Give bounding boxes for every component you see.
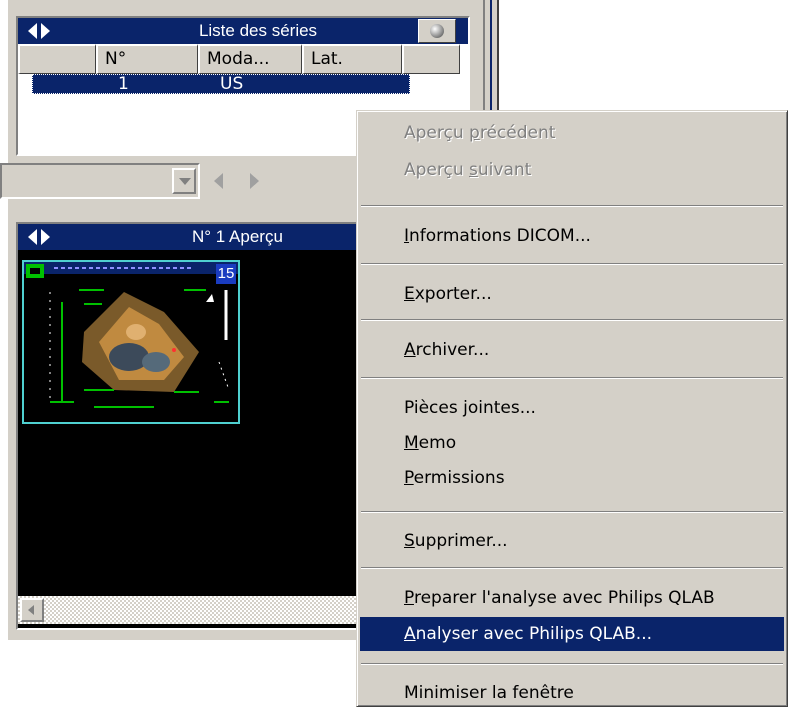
menu-item-accelerator: A (404, 624, 416, 644)
menu-item-text: Pièces jointes... (404, 398, 536, 418)
menu-item-text: ermissions (413, 468, 505, 488)
menu-item-dicom-info[interactable]: Informations DICOM... (360, 219, 784, 253)
series-options-button[interactable] (418, 19, 456, 43)
column-header-number[interactable]: N° (96, 44, 198, 74)
menu-item-memo[interactable]: Memo (360, 426, 784, 460)
menu-item-minimize[interactable]: Minimiser la fenêtre (360, 676, 784, 710)
preview-nav-arrows[interactable] (18, 229, 98, 245)
menu-item-text: upprimer... (414, 531, 508, 551)
menu-item-accelerator: S (404, 531, 415, 551)
chevron-down-icon (179, 178, 191, 185)
next-arrow-icon[interactable] (41, 23, 50, 39)
menu-separator (361, 663, 783, 665)
ultrasound-thumbnail[interactable]: 15 (22, 260, 240, 424)
preview-next-arrow-icon[interactable] (250, 173, 259, 189)
menu-item-accelerator: P (404, 468, 414, 488)
series-list-title: Liste des séries (198, 21, 318, 40)
menu-item-text: uivant (477, 160, 532, 180)
menu-separator (361, 319, 783, 321)
menu-item-text: nformations DICOM... (409, 226, 591, 246)
menu-item-text: emo (418, 433, 457, 453)
brush-icon (430, 24, 444, 38)
preview-previous-arrow-icon[interactable] (214, 173, 223, 189)
menu-separator (361, 567, 783, 569)
previous-arrow-icon[interactable] (28, 23, 37, 39)
series-combo[interactable] (0, 163, 200, 199)
menu-item-text: reparer l'analyse avec Philips QLAB (413, 588, 715, 608)
series-nav-arrows[interactable] (18, 23, 98, 39)
menu-item-prepare-qlab[interactable]: Preparer l'analyse avec Philips QLAB (360, 581, 784, 615)
series-list-titlebar: Liste des séries (18, 18, 468, 44)
menu-item-text: Minimiser la fenêtre (404, 683, 574, 703)
menu-item-text: rchiver... (415, 340, 490, 360)
table-row[interactable]: 1 US (32, 74, 410, 94)
preview-titlebar: N° 1 Aperçu (18, 224, 374, 250)
menu-item-previous-preview[interactable]: Aperçu précédent (360, 116, 784, 150)
menu-item-accelerator: p (469, 123, 480, 143)
menu-item-analyze-qlab[interactable]: Analyser avec Philips QLAB... (360, 617, 784, 651)
menu-separator (361, 377, 783, 379)
menu-item-delete[interactable]: Supprimer... (360, 524, 784, 558)
menu-item-text: Aperçu (404, 160, 470, 180)
menu-item-accelerator: M (404, 433, 419, 453)
menu-separator (361, 205, 783, 207)
scroll-left-icon (28, 605, 34, 615)
menu-item-accelerator: P (404, 588, 414, 608)
series-grid-header: N° Moda... Lat. (18, 44, 468, 74)
next-arrow-icon[interactable] (41, 229, 50, 245)
menu-separator (361, 511, 783, 513)
menu-item-accelerator: E (404, 284, 415, 304)
combo-dropdown-button[interactable] (172, 168, 196, 194)
column-header-select[interactable] (18, 44, 96, 74)
thumbnail-badge: 15 (217, 265, 235, 282)
context-menu: Aperçu précédent Aperçu suivant Informatio… (356, 110, 788, 707)
preview-title: N° 1 Aperçu (192, 227, 283, 246)
column-header-extra[interactable] (402, 44, 460, 74)
menu-item-text: nalyser avec Philips QLAB... (415, 624, 653, 644)
row-modality: US (220, 74, 244, 94)
row-number: 1 (118, 74, 129, 94)
column-header-modality[interactable]: Moda... (198, 44, 302, 74)
preview-horizontal-scrollbar[interactable] (18, 596, 374, 624)
column-header-laterality[interactable]: Lat. (302, 44, 402, 74)
menu-separator (361, 263, 783, 265)
menu-item-text: récédent (479, 123, 556, 143)
menu-item-archive[interactable]: Archiver... (360, 333, 784, 367)
preview-frame: N° 1 Aperçu 15 (16, 222, 376, 630)
previous-arrow-icon[interactable] (28, 229, 37, 245)
menu-item-accelerator: A (404, 340, 416, 360)
menu-item-next-preview[interactable]: Aperçu suivant (360, 153, 784, 187)
menu-item-accelerator: s (469, 160, 478, 180)
menu-item-attachments[interactable]: Pièces jointes... (360, 391, 784, 425)
menu-item-text: xporter... (414, 284, 492, 304)
menu-item-permissions[interactable]: Permissions (360, 461, 784, 495)
scroll-left-button[interactable] (20, 598, 44, 622)
menu-item-text: Aperçu (404, 123, 470, 143)
ultrasound-image (24, 262, 238, 408)
menu-item-export[interactable]: Exporter... (360, 277, 784, 311)
